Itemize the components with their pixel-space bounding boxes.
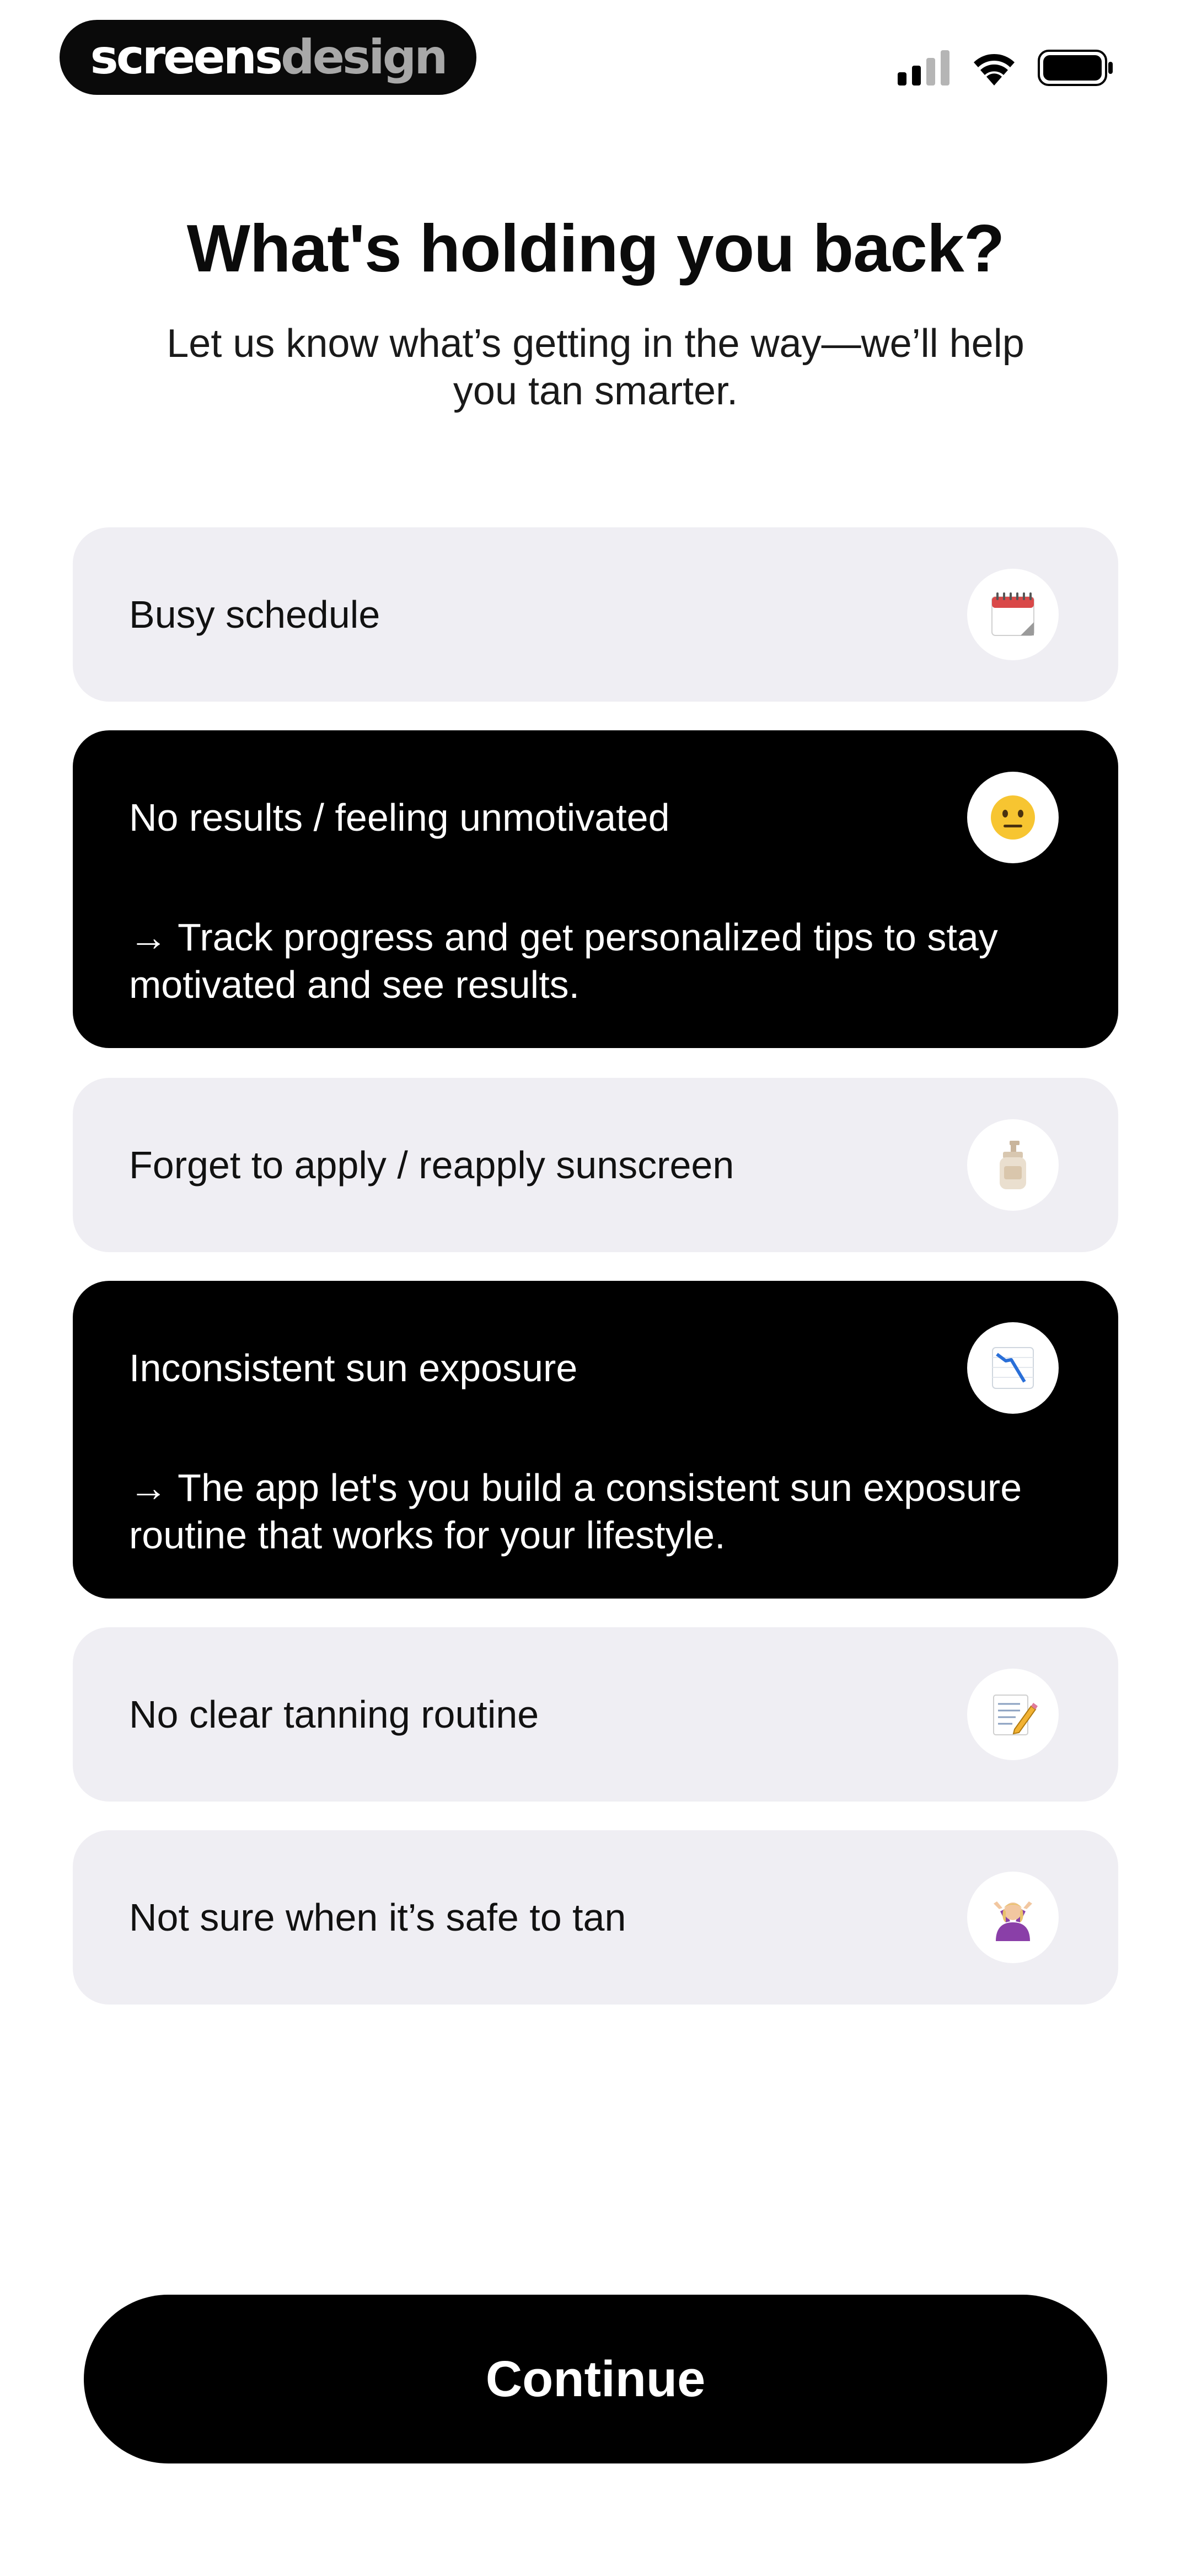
option-no-results[interactable]: No results / feeling unmotivated → Track…: [73, 730, 1118, 1048]
calendar-icon: [967, 569, 1059, 660]
option-label: Not sure when it’s safe to tan: [129, 1896, 626, 1939]
option-label: Inconsistent sun exposure: [129, 1346, 578, 1389]
option-busy-schedule[interactable]: Busy schedule: [73, 527, 1118, 702]
option-label: No results / feeling unmotivated: [129, 796, 670, 839]
battery-icon: [1038, 50, 1113, 86]
option-not-sure-safe[interactable]: Not sure when it’s safe to tan: [73, 1830, 1118, 2005]
lotion-bottle-icon: [967, 1119, 1059, 1211]
memo-icon: [967, 1669, 1059, 1760]
bottom-edge: [0, 2572, 1191, 2576]
option-label: Forget to apply / reapply sunscreen: [129, 1143, 734, 1187]
person-shrugging-icon: [967, 1872, 1059, 1963]
page-title: What's holding you back?: [186, 211, 1005, 286]
option-no-routine[interactable]: No clear tanning routine: [73, 1627, 1118, 1802]
continue-button[interactable]: Continue: [84, 2295, 1107, 2463]
option-description: → Track progress and get personalized ti…: [129, 916, 998, 1006]
cellular-signal-icon: [898, 50, 949, 85]
page-subtitle: Let us know what’s getting in the way—we…: [167, 322, 1024, 413]
option-label: Busy schedule: [129, 593, 380, 636]
option-label: No clear tanning routine: [129, 1693, 539, 1736]
wifi-icon: [974, 54, 1015, 85]
screen: screens design What's holding you back? L…: [0, 0, 1191, 2576]
brand-text-secondary: design: [281, 30, 448, 85]
brand-text-primary: screens: [90, 30, 283, 85]
neutral-face-icon: [967, 772, 1059, 863]
chart-decreasing-icon: [967, 1322, 1059, 1414]
option-inconsistent-sun[interactable]: Inconsistent sun exposure → The app let'…: [73, 1281, 1118, 1599]
brand-logo: screens design: [60, 20, 476, 95]
option-forget-sunscreen[interactable]: Forget to apply / reapply sunscreen: [73, 1078, 1118, 1252]
status-icons: [898, 49, 1114, 87]
option-description: → The app let's you build a consistent s…: [129, 1466, 1022, 1557]
